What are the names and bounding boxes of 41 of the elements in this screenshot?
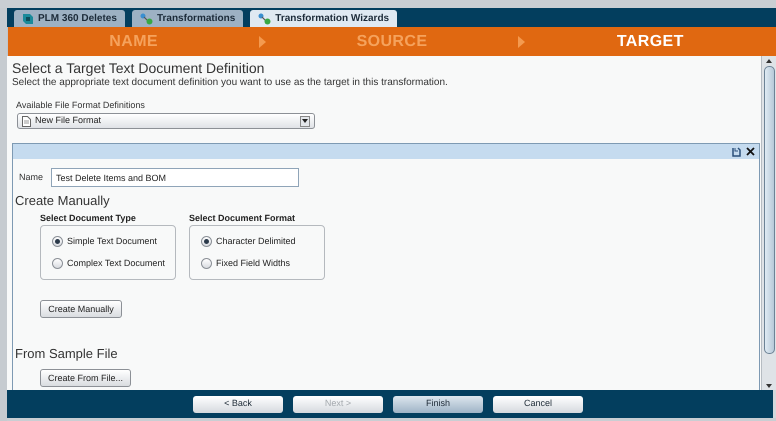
page-heading: Select a Target Text Document Definition [12, 60, 266, 76]
create-button[interactable]: Create Manually [40, 300, 122, 318]
section-title: From Sample File [15, 346, 119, 361]
transform-icon [258, 12, 272, 24]
radio-button[interactable] [52, 236, 63, 247]
scroll-down-icon[interactable] [766, 384, 772, 388]
scroll-up-icon[interactable] [766, 59, 772, 63]
wizard-step: TARGET [524, 30, 776, 54]
field-label: Available File Format Definitions [16, 100, 146, 111]
description: Select the appropriate text document definition you want to use as the target in this transformation. [12, 77, 449, 89]
wizard-button[interactable]: < Back [193, 396, 283, 412]
radio-label: Simple Text Document [67, 234, 157, 248]
tab[interactable]: PLM 360 Deletes [14, 10, 125, 27]
logo-icon [22, 12, 34, 24]
tab[interactable]: Transformation Wizards [250, 10, 398, 27]
scrollbar[interactable] [761, 56, 776, 390]
tab[interactable]: Transformations [132, 10, 244, 27]
name-field[interactable]: Test Delete Items and BOM [51, 168, 300, 187]
field-label: Name [19, 170, 44, 184]
wizard-step: NAME [8, 30, 260, 54]
wizard-button[interactable]: Cancel [493, 396, 583, 412]
document-icon [22, 116, 31, 126]
close-icon[interactable] [746, 147, 755, 156]
wizard-button[interactable]: Finish [393, 396, 483, 412]
radio-label: Character Delimited [216, 234, 296, 248]
radio-button[interactable] [201, 236, 212, 247]
create-button[interactable]: Create From File... [40, 369, 131, 387]
group-title: Select Document Format [189, 213, 296, 224]
dropdown-value: New File Format [35, 114, 102, 128]
step-arrow-icon [259, 36, 266, 48]
radio-button[interactable] [52, 258, 63, 270]
radio-button[interactable] [201, 258, 212, 270]
section-title: Create Manually [15, 193, 111, 208]
step-arrow-icon [518, 36, 525, 48]
radio-label: Fixed Field Widths [216, 257, 290, 270]
save-icon[interactable] [732, 146, 741, 156]
wizard-step: SOURCE [266, 30, 518, 54]
transform-icon [140, 12, 153, 24]
format-dropdown[interactable]: New File Format [17, 113, 315, 129]
group-title: Select Document Type [40, 213, 137, 224]
radio-label: Complex Text Document [67, 257, 165, 270]
